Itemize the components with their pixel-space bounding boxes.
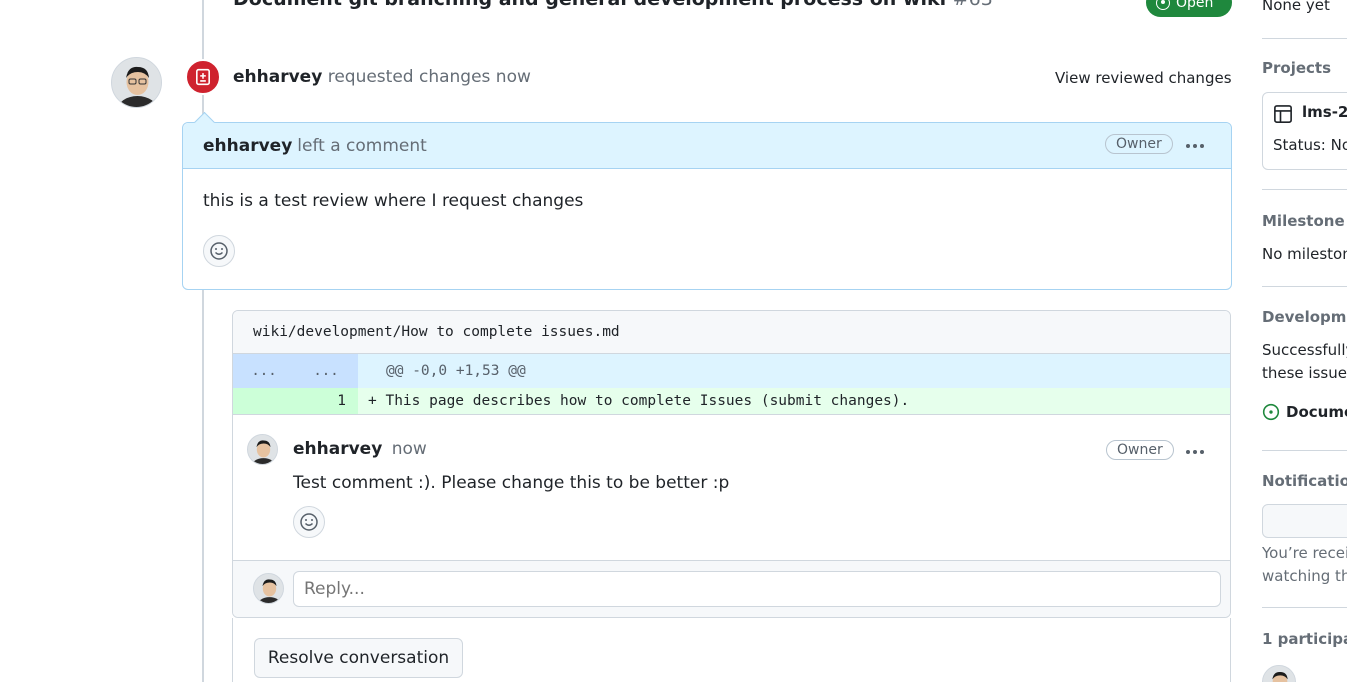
add-reaction-button[interactable] — [293, 506, 325, 538]
notifications-button[interactable] — [1262, 504, 1347, 538]
timeline-line — [202, 0, 204, 682]
sidebar: None yet Projects lms-20 Status: No Mile… — [1262, 0, 1347, 682]
issue-open-icon — [1262, 403, 1280, 421]
reviewers-value: None yet — [1262, 0, 1330, 14]
diff-file-path[interactable]: wiki/development/How to complete issues.… — [233, 311, 1230, 354]
line-number[interactable]: 1 — [233, 388, 358, 414]
kebab-menu-icon[interactable] — [1186, 450, 1204, 454]
notifications-title: Notification — [1262, 472, 1347, 490]
diff-addition-line: 1 + This page describes how to complete … — [233, 388, 1230, 415]
participants-title: 1 participan — [1262, 630, 1347, 648]
inline-review-comment: ehharvey now Owner Test comment :). Plea… — [233, 415, 1230, 561]
milestone-title[interactable]: Milestone — [1262, 212, 1347, 230]
hunk-header: @@ -0,0 +1,53 @@ — [386, 363, 526, 379]
request-changes-icon — [185, 59, 221, 95]
hunk-expand-gutter[interactable]: ... ... — [233, 354, 358, 388]
inline-comment-body: Test comment :). Please change this to b… — [293, 473, 730, 493]
avatar — [253, 573, 284, 604]
review-author-link[interactable]: ehharvey — [233, 67, 322, 87]
avatar[interactable] — [111, 57, 162, 108]
comment-author-link[interactable]: ehharvey — [203, 136, 292, 156]
hunk-gutter-right: ... — [313, 363, 339, 379]
pr-state-label: Open — [1176, 0, 1214, 11]
inline-comment-time[interactable]: now — [392, 439, 427, 459]
project-card[interactable]: lms-20 Status: No — [1262, 92, 1347, 170]
divider — [1262, 38, 1347, 39]
pr-state-badge: Open — [1146, 0, 1232, 17]
development-text: Successfully these issues — [1262, 339, 1347, 385]
development-text-line2: these issues — [1262, 364, 1347, 382]
comment-action-text: left a comment — [297, 135, 427, 156]
linked-issue-title[interactable]: Docume — [1286, 403, 1347, 421]
review-event-line: ehharvey requested changes now — [233, 67, 531, 87]
divider — [1262, 189, 1347, 190]
projects-title[interactable]: Projects — [1262, 59, 1347, 77]
diff-hunk-row: ... ... @@ -0,0 +1,53 @@ — [233, 354, 1230, 388]
review-comment-body: this is a test review where I request ch… — [203, 191, 584, 211]
hunk-gutter-left: ... — [251, 363, 277, 379]
owner-badge: Owner — [1105, 134, 1173, 154]
kebab-menu-icon[interactable] — [1186, 144, 1204, 148]
smiley-icon — [300, 513, 318, 531]
inline-comment-author-link[interactable]: ehharvey — [293, 439, 382, 459]
reply-input[interactable] — [293, 571, 1221, 607]
project-status[interactable]: Status: No — [1273, 136, 1347, 154]
review-comment: ehharvey left a comment Owner this is a … — [182, 122, 1232, 290]
notifications-text-line1: You’re receiv — [1262, 544, 1347, 562]
divider — [1262, 450, 1347, 451]
review-comment-header: ehharvey left a comment Owner — [183, 123, 1231, 169]
table-icon — [1274, 105, 1292, 123]
development-text-line1: Successfully — [1262, 341, 1347, 359]
avatar[interactable] — [247, 434, 278, 465]
linked-issue[interactable]: Docume — [1262, 403, 1347, 421]
notifications-text-line2: watching thi — [1262, 567, 1347, 585]
inline-comment-header: ehharvey now — [293, 439, 427, 459]
diff-file-box: wiki/development/How to complete issues.… — [232, 310, 1231, 618]
view-reviewed-changes-link[interactable]: View reviewed changes — [1055, 69, 1232, 87]
smiley-icon — [210, 242, 228, 260]
project-name[interactable]: lms-20 — [1302, 103, 1347, 121]
participant-avatar[interactable] — [1262, 665, 1296, 682]
resolve-conversation-button[interactable]: Resolve conversation — [254, 638, 463, 678]
divider — [1262, 607, 1347, 608]
pr-number: #63 — [953, 0, 993, 10]
review-action-text: requested changes now — [327, 67, 531, 87]
divider — [1262, 286, 1347, 287]
milestone-value: No mileston — [1262, 245, 1347, 263]
line-content: + This page describes how to complete Is… — [368, 393, 910, 409]
notifications-text: You’re receiv watching thi — [1262, 542, 1347, 588]
add-reaction-button[interactable] — [203, 235, 235, 267]
development-title[interactable]: Developmen — [1262, 308, 1347, 326]
pr-title: Document git branching and general devel… — [233, 0, 993, 10]
reply-row — [233, 561, 1230, 617]
open-icon — [1156, 0, 1170, 10]
resolve-area: Resolve conversation — [232, 618, 1231, 682]
owner-badge: Owner — [1106, 440, 1174, 460]
pr-title-text: Document git branching and general devel… — [233, 0, 946, 10]
